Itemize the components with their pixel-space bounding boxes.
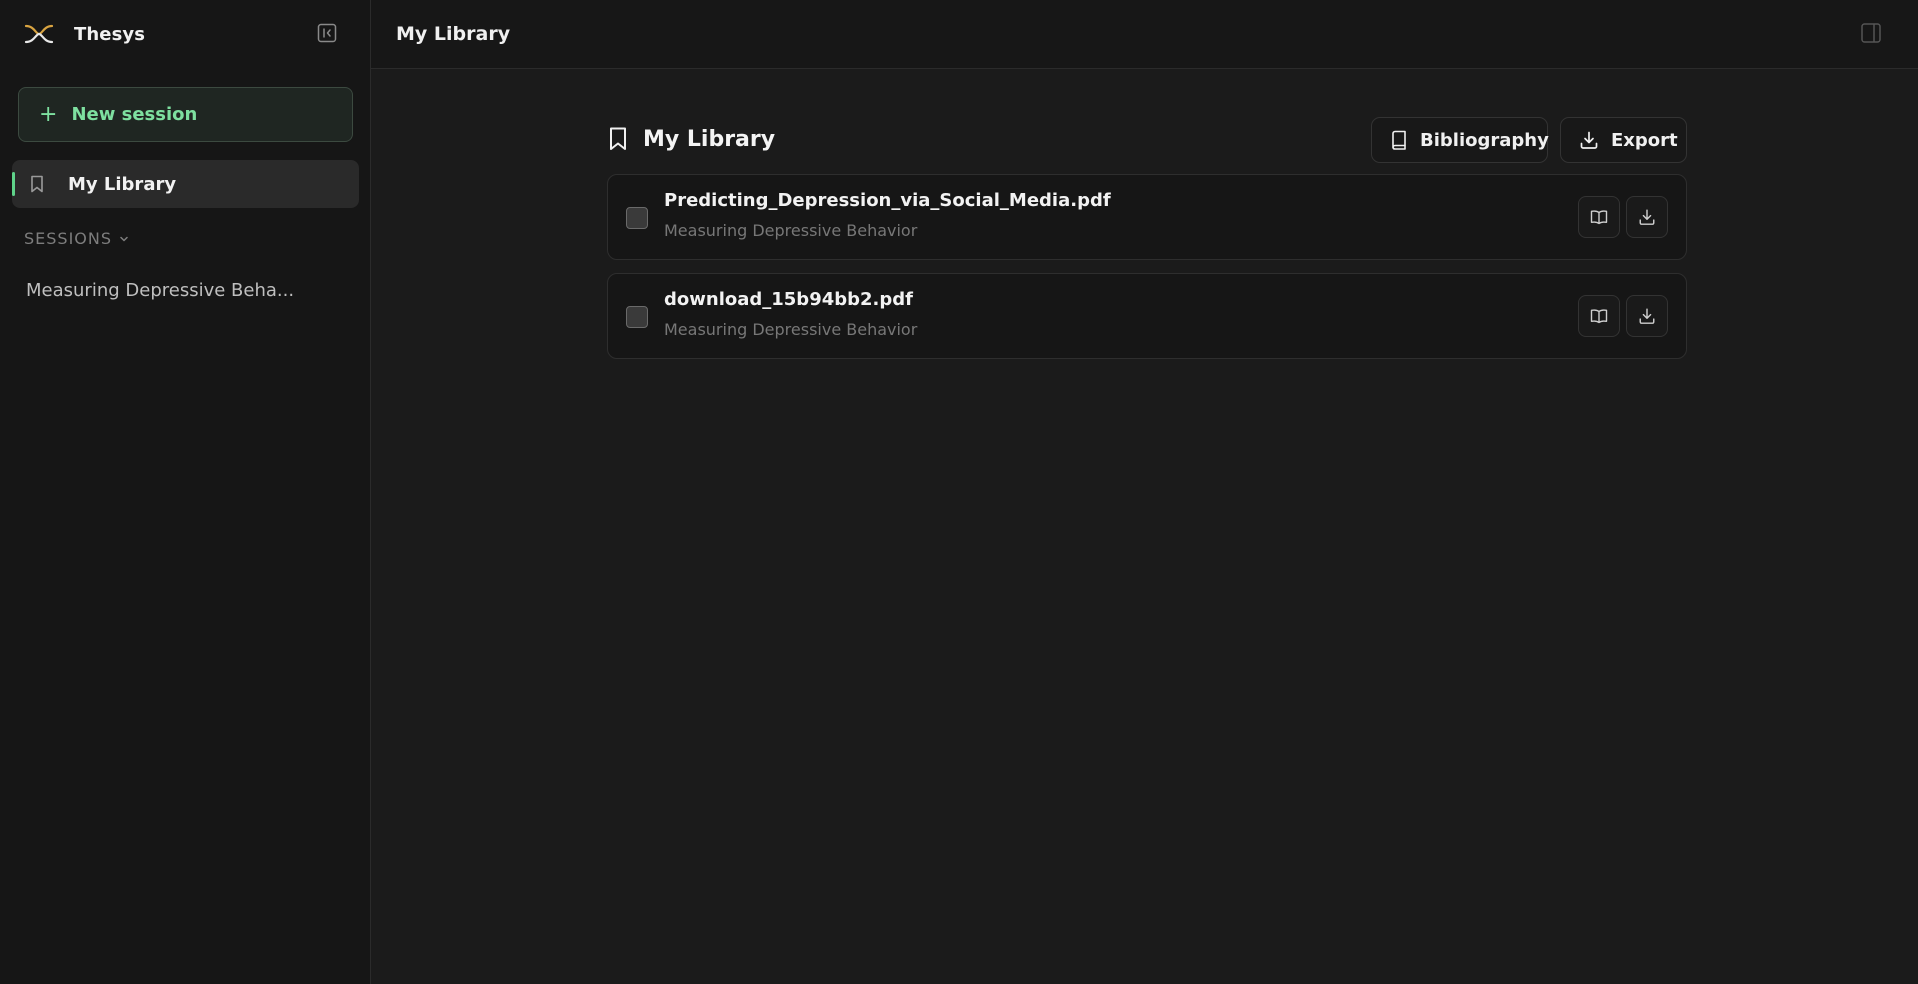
app-root: Thesys + New session My Library SESSIONS… — [0, 0, 1918, 984]
active-indicator — [12, 172, 15, 196]
download-document-button[interactable] — [1626, 295, 1668, 337]
open-book-icon — [1590, 308, 1608, 324]
document-name: Predicting_Depression_via_Social_Media.p… — [664, 190, 1111, 211]
session-item[interactable]: Measuring Depressive Beha... — [26, 280, 296, 301]
document-name: download_15b94bb2.pdf — [664, 289, 913, 310]
thesys-logo[interactable] — [24, 22, 54, 46]
library-title-text: My Library — [643, 126, 776, 152]
sessions-header-label: SESSIONS — [24, 229, 113, 248]
app-name: Thesys — [74, 23, 146, 45]
document-row[interactable]: download_15b94bb2.pdf Measuring Depressi… — [607, 273, 1687, 359]
open-document-button[interactable] — [1578, 295, 1620, 337]
topbar: My Library — [371, 0, 1918, 69]
library-content: My Library Bibliography Export Predictin… — [607, 116, 1687, 359]
page-title: My Library — [396, 23, 511, 45]
library-actions: Bibliography Export — [1371, 117, 1687, 163]
chevron-down-icon — [118, 233, 130, 245]
document-checkbox[interactable] — [626, 306, 648, 328]
document-actions — [1578, 295, 1668, 337]
plus-icon: + — [39, 101, 58, 127]
document-checkbox[interactable] — [626, 207, 648, 229]
open-document-button[interactable] — [1578, 196, 1620, 238]
sidebar-item-label: My Library — [68, 173, 177, 195]
export-label: Export — [1611, 129, 1678, 151]
library-header: My Library Bibliography Export — [607, 116, 1687, 163]
main-panel: My Library My Library Bibliography Expor… — [371, 0, 1918, 984]
document-session: Measuring Depressive Behavior — [664, 221, 918, 240]
bookmark-icon — [28, 174, 46, 194]
document-list: Predicting_Depression_via_Social_Media.p… — [607, 174, 1687, 359]
document-row[interactable]: Predicting_Depression_via_Social_Media.p… — [607, 174, 1687, 260]
new-session-button[interactable]: + New session — [18, 87, 353, 142]
document-actions — [1578, 196, 1668, 238]
bibliography-label: Bibliography — [1420, 129, 1549, 151]
document-session: Measuring Depressive Behavior — [664, 320, 918, 339]
library-title: My Library — [607, 126, 775, 152]
sidebar-collapse-icon[interactable] — [316, 22, 338, 44]
bookmark-icon — [607, 126, 629, 152]
sidebar: Thesys + New session My Library SESSIONS… — [0, 0, 371, 984]
download-icon — [1638, 208, 1656, 226]
download-document-button[interactable] — [1626, 196, 1668, 238]
download-icon — [1579, 130, 1599, 150]
export-button[interactable]: Export — [1560, 117, 1687, 163]
sidebar-item-my-library[interactable]: My Library — [12, 160, 359, 208]
sidebar-header: Thesys — [0, 0, 370, 68]
panel-toggle-icon[interactable] — [1860, 22, 1882, 44]
bibliography-button[interactable]: Bibliography — [1371, 117, 1549, 163]
new-session-label: New session — [71, 104, 198, 125]
download-icon — [1638, 307, 1656, 325]
open-book-icon — [1590, 209, 1608, 225]
sessions-section-toggle[interactable]: SESSIONS — [24, 229, 130, 248]
book-icon — [1390, 130, 1408, 150]
